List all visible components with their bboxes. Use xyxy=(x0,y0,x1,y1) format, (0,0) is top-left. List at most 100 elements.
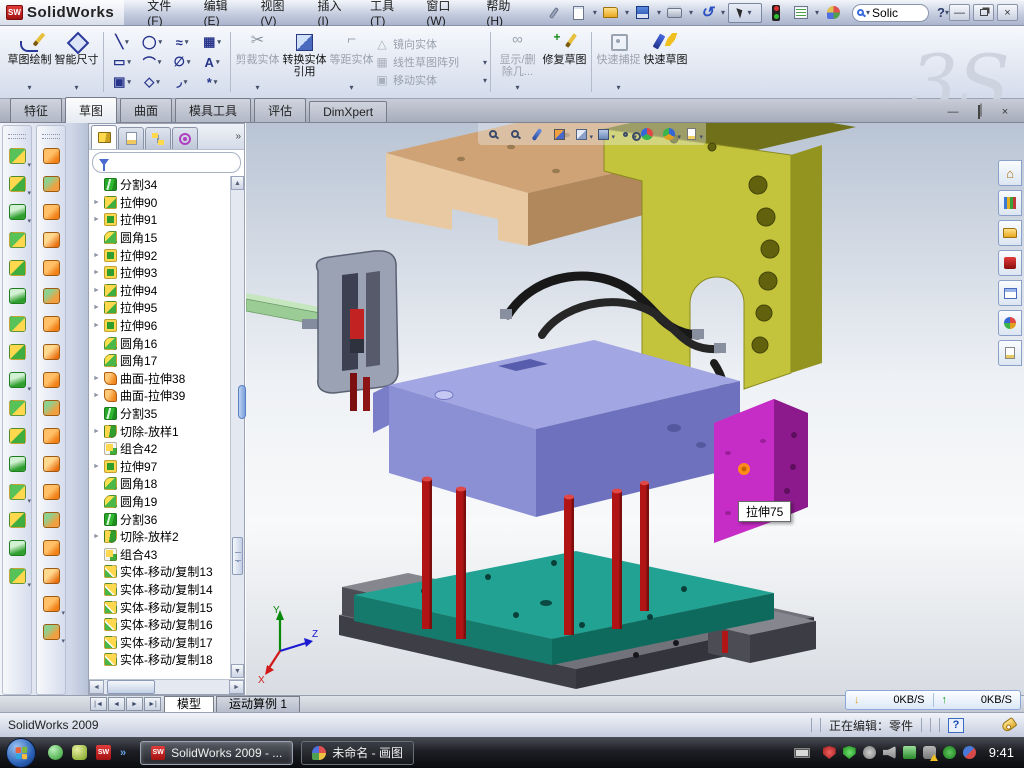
text-icon[interactable]: A▾ xyxy=(197,52,227,72)
doc-close-button[interactable]: × xyxy=(996,106,1014,118)
model-tab[interactable]: 运动算例 1 xyxy=(216,696,300,712)
tree-item[interactable]: ► 组合43 xyxy=(90,545,229,563)
tree-item[interactable]: ► 拉伸94 xyxy=(90,282,229,300)
open-document-icon[interactable] xyxy=(600,3,622,23)
repair-sketch-button[interactable]: 修复草图 xyxy=(541,28,588,96)
features-toolbar-button-13[interactable] xyxy=(4,478,30,506)
convert-entities-button[interactable]: 转换实体引用 xyxy=(281,28,328,96)
view-orientation-icon[interactable] xyxy=(572,125,590,143)
tree-item[interactable]: ► 曲面-拉伸38 xyxy=(90,370,229,388)
doc-restore-button[interactable] xyxy=(970,106,988,118)
features-toolbar-button-3[interactable] xyxy=(4,198,30,226)
rebuild-icon[interactable] xyxy=(765,3,787,23)
tags-icon[interactable] xyxy=(1000,717,1017,733)
surfaces-toolbar-button-13[interactable] xyxy=(38,478,64,506)
tree-item[interactable]: ► 切除-放样1 xyxy=(90,422,229,440)
pin-toolbar-icon[interactable] xyxy=(543,3,565,23)
surfaces-toolbar-button-10[interactable] xyxy=(38,394,64,422)
surfaces-toolbar-button-15[interactable] xyxy=(38,534,64,562)
panel-splitter-handle[interactable] xyxy=(238,385,246,419)
features-toolbar-button-5[interactable] xyxy=(4,254,30,282)
file-explorer-icon[interactable] xyxy=(998,220,1022,246)
propertymanager-tab[interactable] xyxy=(118,127,144,149)
tree-vertical-scrollbar[interactable]: ▲ ▼ xyxy=(230,176,244,678)
expand-arrow-icon[interactable]: ► xyxy=(93,287,101,294)
home-icon[interactable]: ⌂ xyxy=(998,160,1022,186)
tab-nav-button[interactable]: ► xyxy=(126,697,143,711)
hide-show-items-icon[interactable] xyxy=(616,125,634,143)
surfaces-toolbar-button-4[interactable] xyxy=(38,226,64,254)
surfaces-toolbar-button-5[interactable] xyxy=(38,254,64,282)
section-view-icon[interactable] xyxy=(550,125,568,143)
features-toolbar-button-9[interactable] xyxy=(4,366,30,394)
tree-item[interactable]: ► 曲面-拉伸39 xyxy=(90,387,229,405)
expand-arrow-icon[interactable]: ► xyxy=(93,392,101,399)
scroll-down-icon[interactable]: ▼ xyxy=(231,664,244,678)
core-block-body[interactable] xyxy=(373,340,767,517)
line-icon[interactable]: ╲▾ xyxy=(107,32,137,52)
manager-tabs-overflow-icon[interactable]: » xyxy=(235,131,241,142)
solidworks-launcher-icon[interactable]: SW xyxy=(96,745,111,760)
linear-sketch-pattern-button[interactable]: ▦ 线性草图阵列▾ xyxy=(375,54,487,70)
close-button[interactable]: × xyxy=(997,4,1018,21)
volume-icon[interactable] xyxy=(883,746,896,759)
surfaces-toolbar-button-11[interactable] xyxy=(38,422,64,450)
defender-icon[interactable] xyxy=(943,746,956,759)
restore-button[interactable] xyxy=(973,4,994,21)
expand-arrow-icon[interactable]: ► xyxy=(93,375,101,382)
messenger-icon[interactable] xyxy=(48,745,63,760)
expand-arrow-icon[interactable]: ► xyxy=(93,252,101,259)
graphics-viewport[interactable]: Y Z X ⌂ 拉伸75 xyxy=(246,123,1024,695)
usb-icon[interactable] xyxy=(903,746,916,759)
tab-nav-button[interactable]: |◄ xyxy=(90,697,107,711)
expand-arrow-icon[interactable]: ► xyxy=(93,322,101,329)
doc-minimize-button[interactable]: — xyxy=(944,106,962,118)
tab-nav-button[interactable]: ◄ xyxy=(108,697,125,711)
ribbon-tab[interactable]: 特征 xyxy=(10,98,62,122)
features-toolbar-button-14[interactable] xyxy=(4,506,30,534)
polygon-icon[interactable]: ◇▾ xyxy=(137,72,167,92)
scrollbar-thumb[interactable] xyxy=(232,537,243,575)
slot-icon[interactable]: ▣▾ xyxy=(107,72,137,92)
surfaces-toolbar-button-1[interactable] xyxy=(38,142,64,170)
surfaces-toolbar-button-14[interactable] xyxy=(38,506,64,534)
features-toolbar-button-10[interactable] xyxy=(4,394,30,422)
arc-icon[interactable]: ⌒▾ xyxy=(137,52,167,72)
features-toolbar-button-1[interactable] xyxy=(4,142,30,170)
tree-item[interactable]: ► 圆角16 xyxy=(90,334,229,352)
search-input[interactable] xyxy=(872,6,920,20)
apply-scene-icon[interactable] xyxy=(660,125,678,143)
display-delete-relations-button[interactable]: ∞ 显示/删除几...▾ xyxy=(494,28,541,96)
tree-item[interactable]: ► 拉伸95 xyxy=(90,299,229,317)
ellipse-icon[interactable]: ∅▾ xyxy=(167,52,197,72)
expand-arrow-icon[interactable]: ► xyxy=(93,533,101,540)
dimxpertmanager-tab[interactable] xyxy=(172,127,198,149)
tree-item[interactable]: ► 实体-移动/复制14 xyxy=(90,581,229,599)
scroll-up-icon[interactable]: ▲ xyxy=(231,176,244,190)
tree-item[interactable]: ► 拉伸93 xyxy=(90,264,229,282)
surfaces-toolbar-button-2[interactable] xyxy=(38,170,64,198)
tree-item[interactable]: ► 拉伸97 xyxy=(90,458,229,476)
spline-icon[interactable]: ≈▾ xyxy=(167,32,197,52)
ribbon-tab[interactable]: 评估 xyxy=(254,98,306,122)
undo-icon[interactable]: ↺ xyxy=(696,3,718,23)
surfaces-toolbar-button-9[interactable] xyxy=(38,366,64,394)
tree-item[interactable]: ► 分割35 xyxy=(90,405,229,423)
features-toolbar-button-15[interactable] xyxy=(4,534,30,562)
expand-arrow-icon[interactable]: ► xyxy=(93,463,101,470)
features-toolbar-button-16[interactable] xyxy=(4,562,30,590)
sketch-button[interactable]: 草图绘制▾ xyxy=(6,28,53,96)
tree-item[interactable]: ► 圆角19 xyxy=(90,493,229,511)
search-dropdown-icon[interactable]: ▾ xyxy=(866,8,870,17)
task-button[interactable]: SW SolidWorks 2009 - ... xyxy=(140,741,293,765)
display-style-icon[interactable] xyxy=(594,125,612,143)
mirror-entities-button[interactable]: △ 镜向实体 xyxy=(375,36,487,52)
network-warning-icon[interactable] xyxy=(923,746,936,759)
appearances-icon[interactable] xyxy=(998,310,1022,336)
view-settings-icon[interactable] xyxy=(682,125,700,143)
expand-arrow-icon[interactable]: ► xyxy=(93,428,101,435)
edit-appearance-icon[interactable] xyxy=(638,125,656,143)
tree-item[interactable]: ► 实体-移动/复制15 xyxy=(90,598,229,616)
tree-item[interactable]: ► 拉伸91 xyxy=(90,211,229,229)
point-icon[interactable]: *▾ xyxy=(197,72,227,92)
